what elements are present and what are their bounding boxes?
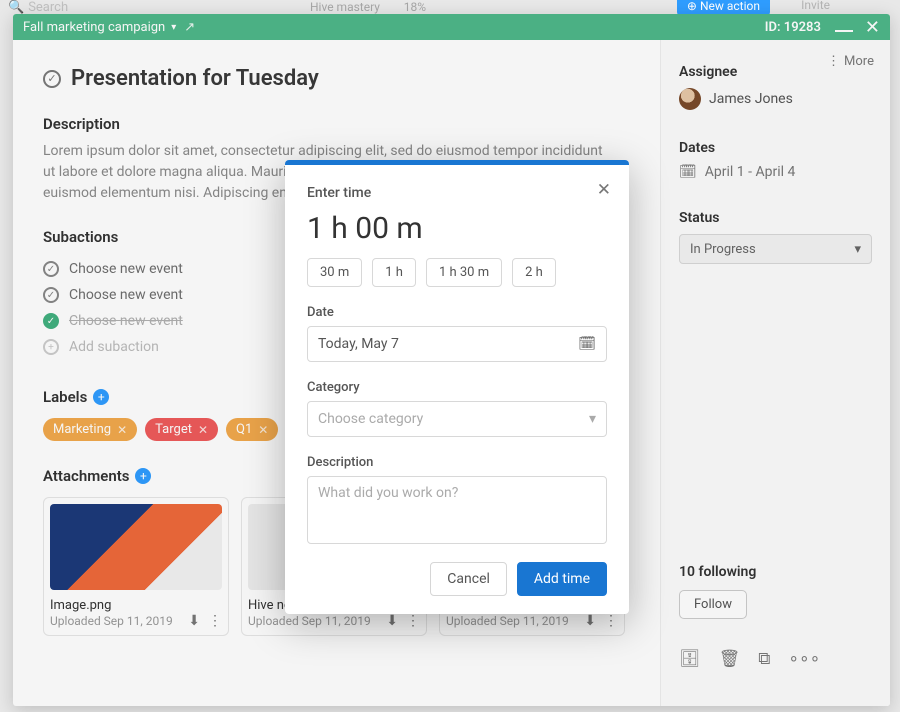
- preset-2h[interactable]: 2 h: [512, 258, 556, 287]
- category-placeholder: Choose category: [318, 411, 423, 427]
- cancel-button[interactable]: Cancel: [430, 562, 507, 596]
- invite-button[interactable]: Invite: [801, 0, 830, 12]
- preset-1h[interactable]: 1 h: [372, 258, 416, 287]
- description-textarea[interactable]: What did you work on?: [307, 476, 607, 544]
- search-placeholder: Search: [28, 0, 68, 15]
- preset-1h30m[interactable]: 1 h 30 m: [426, 258, 502, 287]
- date-input[interactable]: Today, May 7 🗓: [307, 326, 607, 362]
- task-panel: Fall marketing campaign ▾ ↗ ID: 19283 ✕ …: [13, 14, 890, 706]
- enter-time-modal: ✕ Enter time 1 h 00 m 30 m 1 h 1 h 30 m …: [285, 160, 629, 614]
- calendar-icon: 🗓: [578, 336, 596, 352]
- category-select[interactable]: Choose category ▾: [307, 401, 607, 437]
- background-app-bar: 🔍 Search Hive mastery 18% ⊕ New action I…: [0, 0, 900, 14]
- category-label: Category: [307, 380, 607, 395]
- modal-title: Enter time: [307, 185, 607, 201]
- close-modal-button[interactable]: ✕: [597, 180, 611, 200]
- preset-30m[interactable]: 30 m: [307, 258, 362, 287]
- date-label: Date: [307, 305, 607, 320]
- add-time-button[interactable]: Add time: [517, 562, 607, 596]
- time-display: 1 h 00 m: [307, 211, 607, 246]
- time-presets: 30 m 1 h 1 h 30 m 2 h: [307, 258, 607, 287]
- modal-description-label: Description: [307, 455, 607, 470]
- search-icon: 🔍: [8, 0, 24, 15]
- hive-mastery-label: Hive mastery 18%: [310, 0, 426, 14]
- chevron-down-icon: ▾: [589, 411, 596, 427]
- date-value: Today, May 7: [318, 336, 399, 352]
- description-placeholder: What did you work on?: [318, 485, 458, 501]
